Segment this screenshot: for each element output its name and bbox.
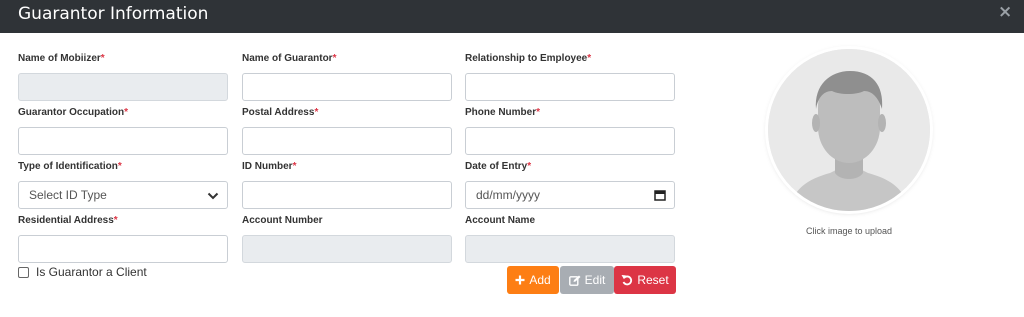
mobilizer-input: [18, 73, 228, 101]
account-name-field: Account Name: [465, 215, 675, 263]
undo-icon: [621, 275, 633, 286]
residential-address-input[interactable]: [18, 235, 228, 263]
is-client-row[interactable]: Is Guarantor a Client: [18, 265, 147, 279]
residential-address-field: Residential Address*: [18, 215, 228, 263]
is-client-label: Is Guarantor a Client: [36, 265, 147, 279]
id-type-select[interactable]: Select ID Type: [18, 181, 228, 209]
id-number-input[interactable]: [242, 181, 452, 209]
phone-input[interactable]: [465, 127, 675, 155]
occupation-input[interactable]: [18, 127, 228, 155]
is-client-checkbox[interactable]: [18, 266, 29, 278]
residential-address-label: Residential Address*: [18, 215, 118, 226]
edit-button-label: Edit: [584, 273, 606, 287]
phone-label: Phone Number*: [465, 107, 541, 118]
mobilizer-label: Name of Mobiizer*: [18, 53, 105, 64]
date-of-entry-field: Date of Entry* dd/mm/yyyy: [465, 161, 675, 209]
modal-header: Guarantor Information ×: [0, 0, 1024, 33]
reset-button-label: Reset: [637, 273, 669, 287]
chevron-down-icon: [207, 192, 219, 200]
close-icon[interactable]: ×: [998, 4, 1012, 21]
reset-button[interactable]: Reset: [614, 266, 676, 294]
relationship-input[interactable]: [465, 73, 675, 101]
photo-upload-avatar[interactable]: [768, 49, 930, 211]
guarantor-name-field: Name of Guarantor*: [242, 53, 452, 101]
postal-address-label: Postal Address*: [242, 107, 319, 118]
modal-title: Guarantor Information: [18, 4, 209, 24]
account-number-input: [242, 235, 452, 263]
add-button[interactable]: Add: [507, 266, 559, 294]
date-of-entry-input[interactable]: dd/mm/yyyy: [465, 181, 675, 209]
date-placeholder: dd/mm/yyyy: [476, 188, 541, 202]
relationship-field: Relationship to Employee*: [465, 53, 675, 101]
relationship-label: Relationship to Employee*: [465, 53, 592, 64]
postal-address-input[interactable]: [242, 127, 452, 155]
occupation-label: Guarantor Occupation*: [18, 107, 129, 118]
account-number-label: Account Number: [242, 215, 323, 226]
guarantor-name-input[interactable]: [242, 73, 452, 101]
id-type-label: Type of Identification*: [18, 161, 122, 172]
phone-field: Phone Number*: [465, 107, 675, 155]
occupation-field: Guarantor Occupation*: [18, 107, 228, 155]
account-number-field: Account Number: [242, 215, 452, 263]
upload-caption: Click image to upload: [805, 226, 893, 236]
mobilizer-field: Name of Mobiizer*: [18, 53, 228, 101]
calendar-icon[interactable]: [654, 189, 666, 201]
account-name-input: [465, 235, 675, 263]
edit-button[interactable]: Edit: [560, 266, 614, 294]
id-type-selected-value: Select ID Type: [29, 188, 107, 202]
id-type-field: Type of Identification* Select ID Type: [18, 161, 228, 209]
edit-icon: [568, 275, 581, 286]
guarantor-name-label: Name of Guarantor*: [242, 53, 337, 64]
id-number-field: ID Number*: [242, 161, 452, 209]
id-number-label: ID Number*: [242, 161, 297, 172]
plus-icon: [515, 275, 525, 285]
add-button-label: Add: [529, 273, 551, 287]
user-avatar-icon: [768, 49, 930, 211]
postal-address-field: Postal Address*: [242, 107, 452, 155]
account-name-label: Account Name: [465, 215, 536, 226]
date-of-entry-label: Date of Entry*: [465, 161, 532, 172]
